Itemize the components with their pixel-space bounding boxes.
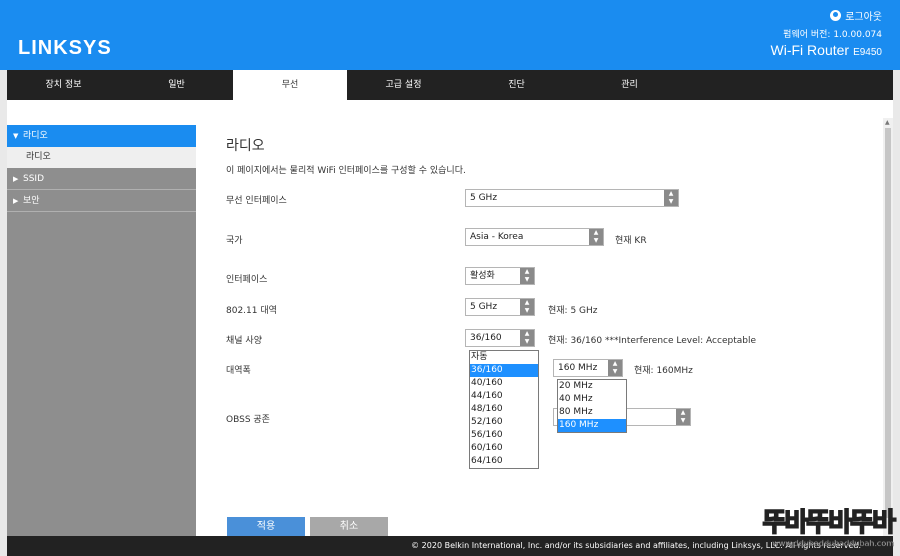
spinner-arrows-icon: ▲ ▼	[520, 330, 534, 346]
logout-label: 로그아웃	[845, 12, 882, 23]
page-description: 이 페이지에서는 물리적 WiFi 인터페이스를 구성할 수 있습니다.	[226, 166, 466, 176]
spinner-arrows-icon: ▲ ▼	[608, 360, 622, 376]
channel-option[interactable]: 56/160	[470, 429, 538, 442]
bandwidth-select[interactable]: 160 MHz ▲ ▼	[553, 359, 623, 377]
bandwidth-dropdown: 20 MHz 40 MHz 80 MHz 160 MHz	[557, 379, 627, 433]
bandwidth-option[interactable]: 160 MHz	[558, 419, 626, 432]
caret-right-icon: ▶	[13, 197, 19, 205]
channel-value: 36/160	[470, 333, 502, 343]
obss-label: OBSS 공존	[226, 415, 270, 425]
tab-advanced[interactable]: 고급 설정	[347, 70, 460, 100]
channel-dropdown: 자동 36/160 40/160 44/160 48/160 52/160 56/160 60…	[469, 350, 539, 469]
user-icon	[830, 10, 842, 21]
country-label: 국가	[226, 236, 243, 246]
linksys-logo: LINKSYS	[18, 37, 112, 59]
spinner-arrows-icon: ▲ ▼	[664, 190, 678, 206]
sidebar-item-label: SSID	[23, 174, 45, 184]
caret-down-icon: ▼	[13, 132, 19, 140]
channel-option[interactable]: 40/160	[470, 377, 538, 390]
channel-option[interactable]: 자동	[470, 351, 538, 364]
country-value: Asia - Korea	[470, 232, 524, 242]
bandwidth-value: 160 MHz	[558, 363, 598, 373]
channel-option[interactable]: 48/160	[470, 403, 538, 416]
sidebar-subitem-radio[interactable]: 라디오	[7, 147, 196, 168]
spinner-arrows-icon: ▲ ▼	[676, 409, 690, 425]
band-current: 현재: 5 GHz	[548, 306, 598, 316]
sidebar-item-radio[interactable]: ▼ 라디오	[7, 125, 196, 147]
caret-right-icon: ▶	[13, 175, 19, 183]
sidebar-item-security[interactable]: ▶ 보안	[7, 190, 196, 212]
channel-label: 채널 사양	[226, 336, 262, 346]
tab-general[interactable]: 일반	[120, 70, 233, 100]
tab-wireless[interactable]: 무선	[233, 70, 347, 100]
channel-option[interactable]: 60/160	[470, 442, 538, 455]
bandwidth-option[interactable]: 40 MHz	[558, 393, 626, 406]
wireless-interface-label: 무선 인터페이스	[226, 196, 287, 206]
sidebar-item-ssid[interactable]: ▶ SSID	[7, 168, 196, 190]
sidebar-item-label: 보안	[23, 196, 40, 206]
scrollbar-thumb[interactable]	[885, 128, 891, 518]
interface-select[interactable]: 활성화 ▲ ▼	[465, 267, 535, 285]
channel-select[interactable]: 36/160 ▲ ▼	[465, 329, 535, 347]
router-name: Wi-Fi Router E9450	[771, 42, 882, 60]
band-value: 5 GHz	[470, 302, 498, 312]
bandwidth-option[interactable]: 80 MHz	[558, 406, 626, 419]
firmware-version: 펌웨어 버전: 1.0.00.074	[783, 30, 882, 40]
main-nav: 장치 정보 일반 무선 고급 설정 진단 관리	[7, 70, 893, 100]
interface-value: 활성화	[470, 271, 495, 281]
wireless-interface-value: 5 GHz	[470, 193, 498, 203]
channel-current: 현재: 36/160 ***Interference Level: Accept…	[548, 336, 756, 346]
page-scrollbar[interactable]: ▲	[883, 118, 893, 536]
watermark-text: 뚜바뚜바뚜바	[762, 507, 897, 539]
spinner-arrows-icon: ▲ ▼	[520, 268, 534, 284]
tab-device-info[interactable]: 장치 정보	[7, 70, 120, 100]
apply-button[interactable]: 적용	[227, 517, 305, 537]
bandwidth-option[interactable]: 20 MHz	[558, 380, 626, 393]
band-label: 802.11 대역	[226, 306, 277, 316]
router-title: Wi-Fi Router	[770, 42, 850, 58]
bandwidth-label: 대역폭	[226, 366, 251, 376]
spinner-arrows-icon: ▲ ▼	[520, 299, 534, 315]
sidebar-item-label: 라디오	[23, 131, 48, 141]
tab-management[interactable]: 관리	[573, 70, 686, 100]
watermark-url: www.ddubaddubaddubah.com	[772, 539, 894, 548]
page-title: 라디오	[226, 138, 265, 154]
cancel-button[interactable]: 취소	[310, 517, 388, 537]
channel-option[interactable]: 44/160	[470, 390, 538, 403]
channel-option[interactable]: 64/160	[470, 455, 538, 468]
channel-option[interactable]: 36/160	[470, 364, 538, 377]
country-current: 현재 KR	[615, 236, 647, 246]
spinner-arrows-icon: ▲ ▼	[589, 229, 603, 245]
interface-label: 인터페이스	[226, 275, 268, 285]
sidebar: ▼ 라디오 라디오 ▶ SSID ▶ 보안	[7, 125, 196, 536]
band-select[interactable]: 5 GHz ▲ ▼	[465, 298, 535, 316]
bandwidth-current: 현재: 160MHz	[634, 366, 693, 376]
logout-link[interactable]: 로그아웃	[830, 8, 882, 23]
channel-option[interactable]: 52/160	[470, 416, 538, 429]
country-select[interactable]: Asia - Korea ▲ ▼	[465, 228, 604, 246]
header-bar: LINKSYS 로그아웃 펌웨어 버전: 1.0.00.074 Wi-Fi Ro…	[0, 0, 900, 70]
router-model: E9450	[853, 47, 882, 58]
wireless-interface-select[interactable]: 5 GHz ▲ ▼	[465, 189, 679, 207]
watermark: 뚜바뚜바뚜바 www.ddubaddubaddubah.com	[762, 502, 897, 548]
tab-diagnostics[interactable]: 진단	[460, 70, 573, 100]
footer-copyright: © 2020 Belkin International, Inc. and/or…	[7, 536, 893, 556]
scroll-up-icon[interactable]: ▲	[885, 119, 890, 126]
